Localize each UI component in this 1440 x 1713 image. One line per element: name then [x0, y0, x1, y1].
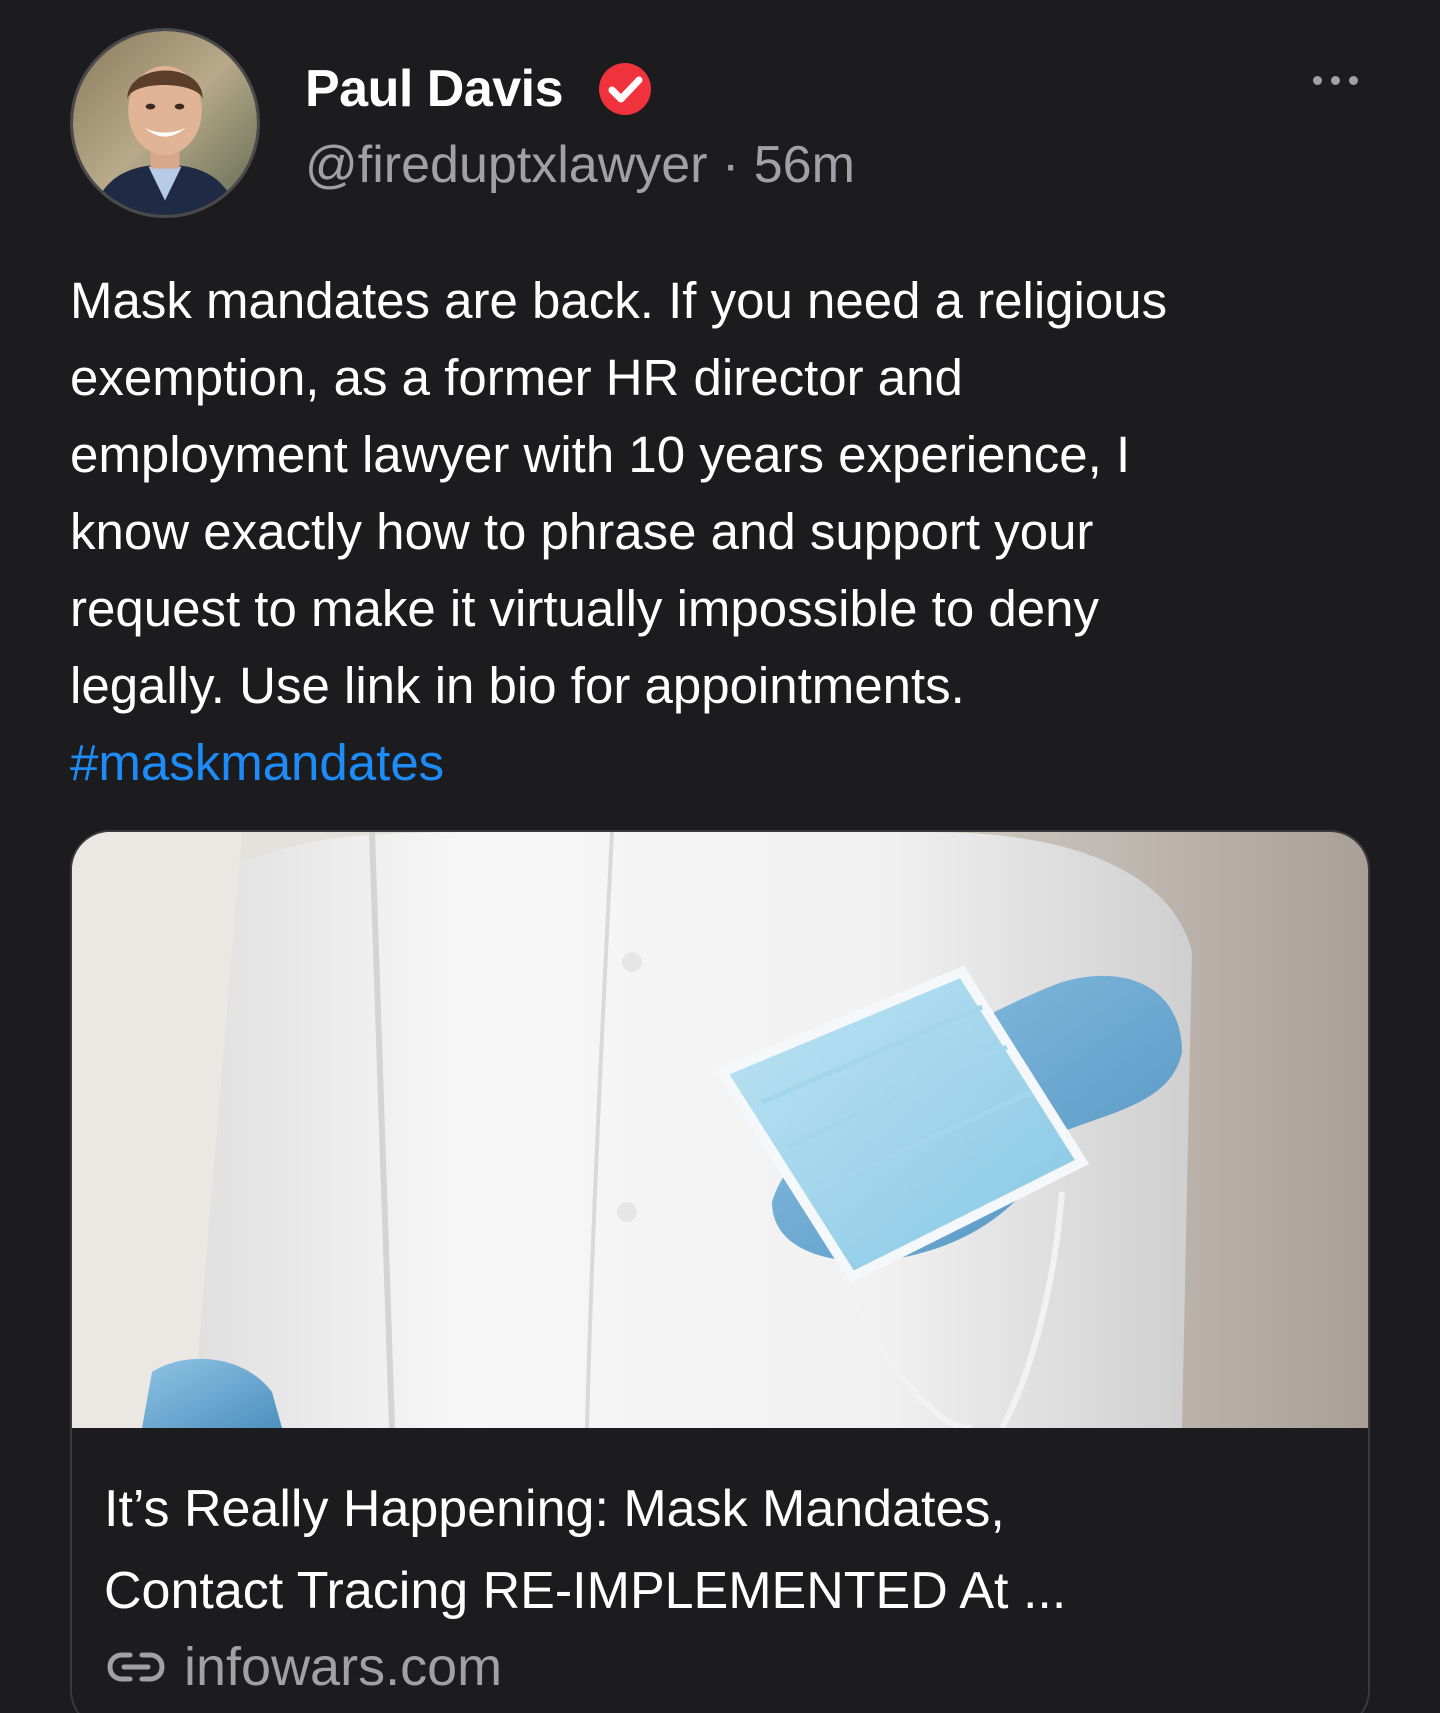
- link-preview-image: [72, 832, 1368, 1428]
- link-icon: [106, 1647, 166, 1687]
- post-timestamp: 56m: [753, 136, 855, 194]
- author-handle[interactable]: @fireduptxlawyer: [305, 136, 708, 194]
- link-preview-title: It’s Really Happening: Mask Mandates, Co…: [104, 1468, 1334, 1632]
- link-preview-card[interactable]: It’s Really Happening: Mask Mandates, Co…: [70, 830, 1370, 1713]
- post: Paul Davis @fireduptxlawyer · 56m Mask m…: [0, 0, 1440, 1713]
- post-body-line: exemption, as a former HR director and: [70, 349, 963, 406]
- link-preview-title-line: It’s Really Happening: Mask Mandates,: [104, 1480, 1005, 1538]
- verified-check-icon: [596, 60, 654, 118]
- author-meta: @fireduptxlawyer · 56m: [305, 132, 855, 198]
- post-body-line: know exactly how to phrase and support y…: [70, 503, 1094, 560]
- link-preview-title-line: Contact Tracing RE-IMPLEMENTED At ...: [104, 1562, 1067, 1620]
- post-body: Mask mandates are back. If you need a re…: [70, 262, 1370, 801]
- author-avatar[interactable]: [70, 28, 260, 218]
- more-horizontal-icon: [1312, 75, 1322, 85]
- hashtag-link[interactable]: #maskmandates: [70, 734, 444, 791]
- post-body-line: request to make it virtually impossible …: [70, 580, 1099, 637]
- post-body-line: Mask mandates are back. If you need a re…: [70, 272, 1168, 329]
- post-body-line: employment lawyer with 10 years experien…: [70, 426, 1131, 483]
- more-options-button[interactable]: [1300, 60, 1370, 100]
- link-preview-domain: infowars.com: [184, 1637, 503, 1697]
- meta-separator: ·: [721, 136, 740, 194]
- link-preview-domain-row: infowars.com: [106, 1632, 502, 1702]
- author-display-name[interactable]: Paul Davis: [305, 56, 564, 122]
- post-body-line: legally. Use link in bio for appointment…: [70, 657, 965, 714]
